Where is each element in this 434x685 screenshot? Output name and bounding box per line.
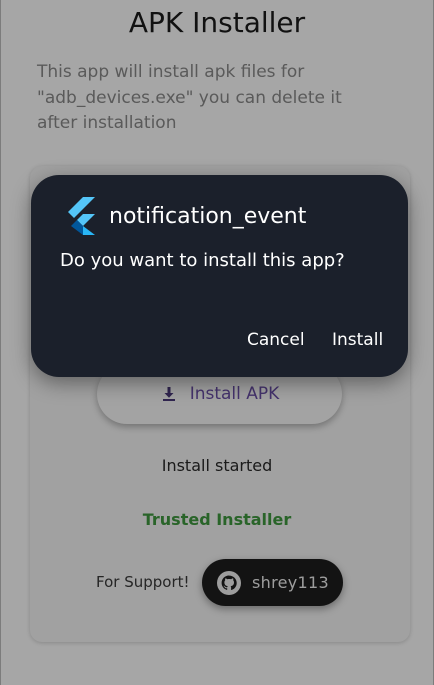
left-edge-line	[0, 0, 1, 685]
install-button[interactable]: Install	[332, 325, 383, 355]
dialog-title: notification_event	[109, 204, 307, 229]
flutter-logo-icon	[64, 197, 96, 235]
dialog-message: Do you want to install this app?	[60, 250, 345, 271]
install-dialog: notification_event Do you want to instal…	[31, 175, 408, 377]
cancel-button[interactable]: Cancel	[247, 325, 305, 355]
